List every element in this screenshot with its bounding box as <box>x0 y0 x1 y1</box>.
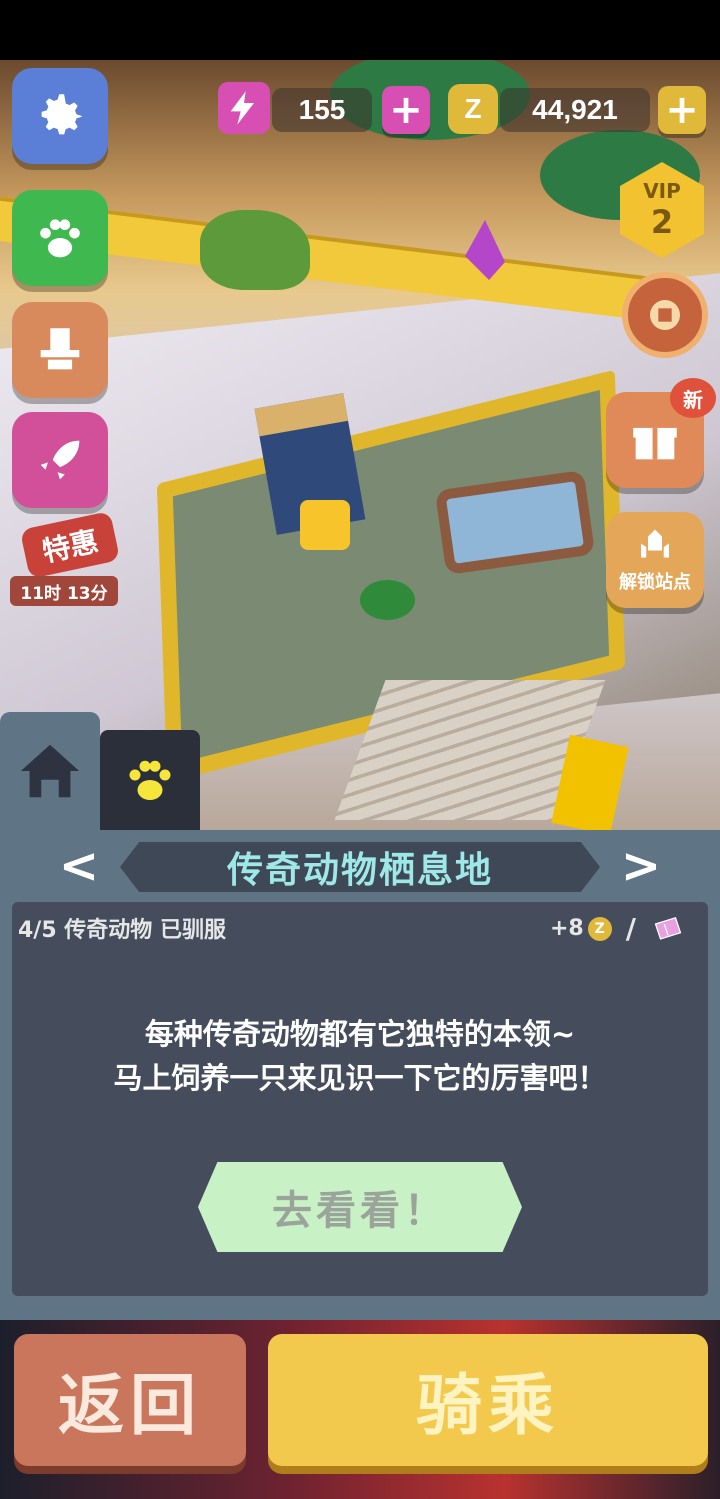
station-icon <box>641 529 669 558</box>
gift-icon <box>633 427 677 460</box>
outfit-button[interactable] <box>12 302 108 398</box>
vip-label: VIP <box>643 179 681 203</box>
ride-button[interactable]: 骑乘 <box>268 1334 708 1466</box>
rocket-icon <box>40 440 80 480</box>
panel-title: 传奇动物栖息地 <box>120 842 600 892</box>
tab-home[interactable] <box>0 712 100 830</box>
boost-button[interactable] <box>12 412 108 508</box>
reward-separator: / <box>625 912 636 945</box>
vip-level: 2 <box>650 203 674 241</box>
green-turtle[interactable] <box>360 580 415 620</box>
compass-button[interactable] <box>622 272 708 358</box>
go-see-button[interactable]: 去看看！ <box>198 1162 522 1252</box>
description-line-2: 马上饲养一只来见识一下它的厉害吧！ <box>113 1061 607 1095</box>
special-offer-button[interactable]: 特惠 11时 13分 <box>10 510 121 610</box>
new-badge: 新 <box>670 378 716 418</box>
unlock-station-button[interactable]: 解锁站点 <box>606 512 704 608</box>
energy-icon <box>218 82 270 134</box>
home-icon <box>20 744 80 798</box>
description-line-1: 每种传奇动物都有它独特的本领~ <box>144 1017 576 1051</box>
energy-counter: 155 <box>272 88 372 132</box>
back-button[interactable]: 返回 <box>14 1334 246 1466</box>
ticket-icon <box>654 916 682 940</box>
prev-habitat-button[interactable]: < <box>54 838 104 894</box>
settings-button[interactable] <box>12 68 108 164</box>
paw-icon <box>129 760 171 800</box>
coin-icon: Z <box>587 916 612 941</box>
paw-icon <box>40 219 80 258</box>
yellow-lion[interactable] <box>300 500 350 550</box>
habitat-description: 每种传奇动物都有它独特的本领~ 马上饲养一只来见识一下它的厉害吧！ <box>40 1012 680 1100</box>
deal-timer: 11时 13分 <box>10 576 118 606</box>
reward-info: +8 Z / <box>550 912 686 945</box>
add-coins-button[interactable]: + <box>658 86 706 134</box>
gear-icon <box>41 94 82 135</box>
compass-icon <box>650 300 680 330</box>
hat-icon <box>40 328 80 370</box>
reward-amount: +8 <box>550 916 584 941</box>
add-energy-button[interactable]: + <box>382 86 430 134</box>
coin-icon: Z <box>448 84 498 134</box>
unlock-station-label: 解锁站点 <box>619 572 691 593</box>
deal-tag: 特惠 <box>19 510 121 580</box>
next-habitat-button[interactable]: > <box>616 838 666 894</box>
tab-pets[interactable] <box>100 730 200 830</box>
coin-counter: 44,921 <box>500 88 650 132</box>
tamed-progress: 4/5 传奇动物 已驯服 <box>18 918 226 943</box>
green-dinosaur[interactable] <box>200 210 310 290</box>
status-bar <box>0 0 720 60</box>
pets-button[interactable] <box>12 190 108 286</box>
